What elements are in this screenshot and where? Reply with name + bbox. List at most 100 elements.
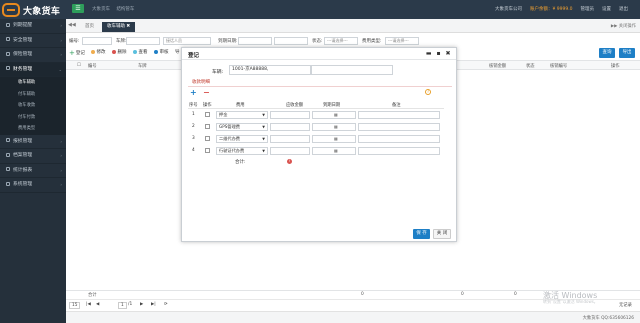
page-input[interactable]: 1 <box>118 302 127 309</box>
amount-input[interactable] <box>270 147 310 155</box>
filter-label-status: 状态: <box>312 39 323 44</box>
admin-menu[interactable]: 管理员 <box>581 6 595 12</box>
save-button[interactable]: 保 存 <box>413 229 430 239</box>
row-checkbox[interactable] <box>205 136 210 141</box>
delete-icon <box>112 50 116 54</box>
date-input[interactable]: ▦ <box>312 147 356 155</box>
fee-select[interactable]: GPS管理费 ▼ <box>216 123 268 131</box>
date-input[interactable]: ▦ <box>312 123 356 131</box>
date-input[interactable]: ▦ <box>312 135 356 143</box>
date-to-input[interactable] <box>274 37 308 45</box>
first-page-button[interactable]: |◀ <box>86 302 91 307</box>
search-button[interactable]: 查询 <box>599 48 615 58</box>
delete-button[interactable]: 删除 <box>112 49 127 55</box>
close-button[interactable]: 关 闭 <box>433 229 451 239</box>
sidebar-item-archive[interactable]: 档案管理 › <box>0 149 66 164</box>
filter-label-date: 到期日期: <box>218 39 238 44</box>
tab-close-ops[interactable]: ▶▶ 关闭操作 <box>611 23 636 29</box>
sidebar-sub-item[interactable]: 付车付款 <box>0 112 66 124</box>
sidebar-item-system[interactable]: 系统管理 › <box>0 178 66 193</box>
grid-col-plate: 车牌 <box>138 64 147 69</box>
settings-link[interactable]: 设置 <box>602 6 611 12</box>
chart-icon <box>6 167 10 171</box>
no-input[interactable] <box>82 37 112 45</box>
grid-col-checkbox[interactable]: ☐ <box>77 63 81 68</box>
chevron-down-icon: ⌄ <box>58 66 62 72</box>
caret-down-icon: ▼ <box>262 149 265 153</box>
logout-link[interactable]: 退出 <box>619 6 628 12</box>
export-button[interactable]: 导出 <box>619 48 635 58</box>
fee-type-select[interactable]: ---请选择--- <box>385 37 419 45</box>
remark-input[interactable] <box>358 135 440 143</box>
remark-input[interactable] <box>358 111 440 119</box>
audit-button[interactable]: 审核 <box>154 49 169 55</box>
dialog-header: 登记 ▬ ▪ ✖ <box>182 48 456 60</box>
last-page-button[interactable]: ▶| <box>151 302 156 307</box>
filter-label-plate: 车牌: <box>116 39 127 44</box>
tab-bar: ◀◀ 首页 收车辅助 ✖ ▶▶ 关闭操作 <box>66 19 640 33</box>
dialog-window-controls[interactable]: ▬ ▪ ✖ <box>426 50 452 57</box>
footer-total-1: 0 <box>361 292 364 297</box>
date-from-input[interactable] <box>238 37 272 45</box>
sidebar-item-finance[interactable]: 财务管理 ⌄ <box>0 62 66 77</box>
date-input[interactable]: ▦ <box>312 111 356 119</box>
sidebar-sub-item[interactable]: 收车收款 <box>0 100 66 112</box>
refresh-icon[interactable]: ⟳ <box>164 302 168 307</box>
person-input[interactable]: 接话人员 <box>163 37 211 45</box>
sidebar-item-reminder[interactable]: 到期提醒 › <box>0 19 66 34</box>
vehicle-input[interactable]: 1001-京A88888, <box>229 65 311 75</box>
next-page-button[interactable]: ▶ <box>140 302 143 307</box>
fee-select[interactable]: 二维代办费 ▼ <box>216 135 268 143</box>
menu-toggle-button[interactable]: ☰ <box>72 4 84 13</box>
fee-row: 4 行驶证代办费 ▼ ▦ <box>188 145 444 157</box>
page-size-select[interactable]: 15 <box>69 302 81 309</box>
footer-total-label: 合计 <box>88 293 97 298</box>
view-icon <box>133 50 137 54</box>
wallet-icon <box>6 66 10 70</box>
fee-select[interactable]: 押金 ▼ <box>216 111 268 119</box>
status-select[interactable]: ---请选择--- <box>324 37 358 45</box>
remark-input[interactable] <box>358 147 440 155</box>
vehicle-extra-input[interactable] <box>311 65 393 75</box>
plate-input[interactable] <box>126 37 160 45</box>
remove-row-icon[interactable]: − <box>203 88 210 97</box>
tab-income[interactable]: 收车辅助 ✖ <box>102 22 136 32</box>
add-button[interactable]: + 登记 <box>69 49 85 57</box>
prev-page-button[interactable]: ◀ <box>96 302 99 307</box>
tab-home[interactable]: 首页 <box>80 22 99 32</box>
chevron-icon: › <box>60 182 62 187</box>
export-link[interactable]: 导 <box>175 49 180 55</box>
sidebar-sub-item[interactable]: 付车辅助 <box>0 89 66 101</box>
sidebar-item-reports[interactable]: 统计报表 › <box>0 164 66 178</box>
row-checkbox[interactable] <box>205 124 210 129</box>
fee-row: 1 押金 ▼ ▦ <box>188 109 444 121</box>
sidebar-item-insurance[interactable]: 保险管理 › <box>0 48 66 63</box>
top-bar: 大象货车 ☰ 大象货车 结构管车 大象货车公司 账户余额：¥ 9999.0 管理… <box>0 0 640 19</box>
add-row-icon[interactable]: + <box>190 88 197 97</box>
sidebar-item-damage[interactable]: 报损管理 › <box>0 135 66 149</box>
sidebar: 到期提醒 › 安全管理 › 保险管理 › 财务管理 ⌄ 收车辅助 付车辅助 收车收款 付… <box>0 19 66 323</box>
fee-select[interactable]: 行驶证代办费 ▼ <box>216 147 268 155</box>
view-button[interactable]: 查看 <box>133 49 148 55</box>
amount-input[interactable] <box>270 111 310 119</box>
sidebar-sub-item[interactable]: 收车辅助 <box>0 77 66 89</box>
help-icon[interactable]: ? <box>425 89 431 95</box>
chevron-icon: › <box>60 23 62 28</box>
amount-input[interactable] <box>270 135 310 143</box>
logo-text: 大象货车 <box>23 6 61 17</box>
remark-input[interactable] <box>358 123 440 131</box>
amount-input[interactable] <box>270 123 310 131</box>
sidebar-submenu-finance: 收车辅助 付车辅助 收车收款 付车付款 费用类型 <box>0 77 66 135</box>
row-checkbox[interactable] <box>205 112 210 117</box>
top-link-structure[interactable]: 结构管车 <box>116 7 134 12</box>
sidebar-sub-item[interactable]: 费用类型 <box>0 123 66 135</box>
tab-scroll-left[interactable]: ◀◀ <box>68 22 76 28</box>
sidebar-item-safety[interactable]: 安全管理 › <box>0 34 66 48</box>
fee-detail-table: 序号 操作 费用 应收金额 到期日期 备注 1 押金 ▼ ▦ 2 GPS管理费 ▼ … <box>188 100 444 157</box>
total-label: 合计: <box>235 160 246 165</box>
top-link-company[interactable]: 大象货车 <box>92 7 110 12</box>
company-name: 大象货车公司 <box>494 7 522 12</box>
row-checkbox[interactable] <box>205 148 210 153</box>
account-balance: 账户余额：¥ 9999.0 <box>529 7 573 12</box>
edit-button[interactable]: 修改 <box>91 49 106 55</box>
